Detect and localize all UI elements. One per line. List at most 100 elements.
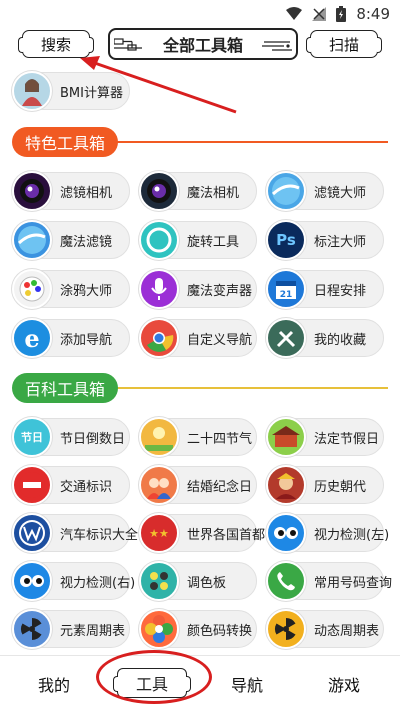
tool-item[interactable]: 视力检测(右) [12, 561, 135, 601]
tool-label: 视力检测(右) [60, 575, 136, 591]
tool-label: BMI计算器 [60, 85, 123, 101]
page-title: 全部工具箱 [162, 36, 243, 55]
section-title: 百科工具箱 [25, 380, 106, 399]
header: 搜索 全部工具箱 扫描 [0, 28, 400, 60]
tool-label: 添加导航 [60, 332, 113, 348]
radiation-icon [12, 609, 52, 649]
tool-label: 法定节假日 [314, 431, 380, 447]
tool-label: 魔法变声器 [187, 283, 253, 299]
tool-label: 交通标识 [60, 479, 113, 495]
tool-label: 滤镜大师 [314, 185, 367, 201]
tool-label: 旋转工具 [187, 234, 240, 250]
nav-item-navigation[interactable]: 导航 [231, 672, 263, 696]
chrome-icon [139, 318, 179, 358]
tool-item[interactable]: 旋转工具 [139, 220, 257, 260]
sphere-icon [12, 220, 52, 260]
radiation-icon [266, 609, 306, 649]
bottom-nav: 我的 导航 游戏 [0, 655, 400, 711]
tool-label: 常用号码查询 [314, 575, 393, 591]
scan-button[interactable]: 扫描 [306, 30, 382, 58]
tool-label: 标注大师 [314, 234, 367, 250]
tool-label: 历史朝代 [314, 479, 367, 495]
tool-item[interactable]: 动态周期表 [266, 609, 384, 649]
page-title-box: 全部工具箱 [108, 28, 298, 60]
tool-label: 调色板 [187, 575, 227, 591]
tool-label: 涂鸦大师 [60, 283, 113, 299]
ie-browser-icon: e [12, 318, 52, 358]
tool-item[interactable]: 法定节假日 [266, 417, 384, 457]
tool-label: 魔法滤镜 [60, 234, 113, 250]
title-deco-right-icon [262, 41, 292, 51]
nav-item-games[interactable]: 游戏 [328, 672, 360, 696]
tool-item[interactable]: 结婚纪念日 [139, 465, 257, 505]
tool-item[interactable]: 滤镜相机 [12, 171, 130, 211]
tool-item[interactable]: 元素周期表 [12, 609, 130, 649]
tool-label: 日程安排 [314, 283, 367, 299]
search-label: 搜索 [40, 35, 71, 54]
tool-item[interactable]: 我的收藏 [266, 318, 384, 358]
tool-item[interactable]: 魔法滤镜 [12, 220, 130, 260]
vw-logo-icon [12, 513, 52, 553]
tool-item[interactable]: 21 日程安排 [266, 269, 384, 309]
sphere-icon [266, 171, 306, 211]
tool-label: 汽车标识大全 [60, 527, 139, 543]
ps-icon: Ps [266, 220, 306, 260]
bmi-person-icon [12, 71, 52, 111]
nav-item-tools[interactable]: 工具 [113, 668, 191, 698]
tool-label: 二十四节气 [187, 431, 253, 447]
eye-icon [12, 561, 52, 601]
wedding-icon [139, 465, 179, 505]
dynasty-icon [266, 465, 306, 505]
search-button[interactable]: 搜索 [18, 30, 94, 58]
tool-item[interactable]: 颜色码转换 [139, 609, 257, 649]
tool-label: 魔法相机 [187, 185, 240, 201]
tool-bmi-calculator[interactable]: BMI计算器 [12, 71, 130, 111]
tool-label: 元素周期表 [60, 623, 126, 639]
tool-label: 动态周期表 [314, 623, 380, 639]
microphone-icon [139, 269, 179, 309]
nav-item-tools-label: 工具 [135, 675, 168, 694]
holiday-icon [266, 417, 306, 457]
tool-item[interactable]: 调色板 [139, 561, 257, 601]
title-deco-left-icon [114, 38, 142, 51]
scan-label: 扫描 [328, 35, 359, 54]
tool-item[interactable]: 涂鸦大师 [12, 269, 130, 309]
svg-text:21: 21 [280, 290, 293, 300]
festival-icon: 节日 [12, 417, 52, 457]
tool-label: 颜色码转换 [187, 623, 253, 639]
ring-icon [139, 220, 179, 260]
tool-label: 视力检测(左) [314, 527, 390, 543]
section-featured-header: 特色工具箱 [12, 127, 119, 157]
nav-item-mine[interactable]: 我的 [38, 672, 70, 696]
tool-item[interactable]: 常用号码查询 [266, 561, 392, 601]
tool-item[interactable]: ★★ 世界各国首都 [139, 513, 265, 553]
tool-label: 自定义导航 [187, 332, 253, 348]
tool-item[interactable]: 历史朝代 [266, 465, 384, 505]
tool-item[interactable]: Ps 标注大师 [266, 220, 384, 260]
tool-item[interactable]: 二十四节气 [139, 417, 257, 457]
eye-icon [266, 513, 306, 553]
tool-label: 结婚纪念日 [187, 479, 253, 495]
calendar-icon: 21 [266, 269, 306, 309]
tool-label: 滤镜相机 [60, 185, 113, 201]
season-icon [139, 417, 179, 457]
section-divider [110, 141, 388, 143]
tool-item[interactable]: 节日 节日倒数日 [12, 417, 130, 457]
camera-lens-icon [139, 171, 179, 211]
tool-item[interactable]: e 添加导航 [12, 318, 130, 358]
section-encyclopedia-header: 百科工具箱 [12, 373, 119, 403]
tool-item[interactable]: 滤镜大师 [266, 171, 384, 211]
section-title: 特色工具箱 [25, 134, 106, 153]
tool-item[interactable]: 自定义导航 [139, 318, 257, 358]
tool-item[interactable]: 交通标识 [12, 465, 130, 505]
section-divider [110, 387, 388, 389]
battery-charging-icon [336, 6, 347, 22]
tool-item[interactable]: 魔法相机 [139, 171, 257, 211]
camera-lens-icon [12, 171, 52, 211]
wifi-icon [286, 7, 303, 21]
clock-time: 8:49 [356, 5, 390, 23]
tool-item[interactable]: 视力检测(左) [266, 513, 389, 553]
tool-item[interactable]: 汽车标识大全 [12, 513, 138, 553]
tool-item[interactable]: 魔法变声器 [139, 269, 257, 309]
flag-icon: ★★ [139, 513, 179, 553]
